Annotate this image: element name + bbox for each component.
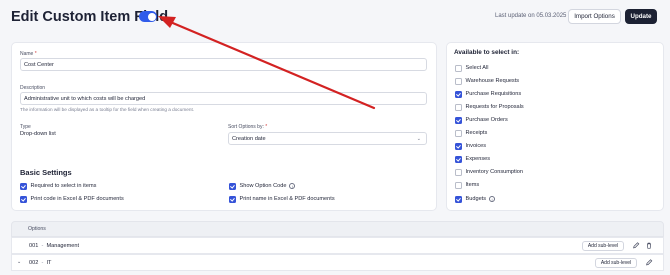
annotation-arrow-icon [158, 16, 376, 110]
